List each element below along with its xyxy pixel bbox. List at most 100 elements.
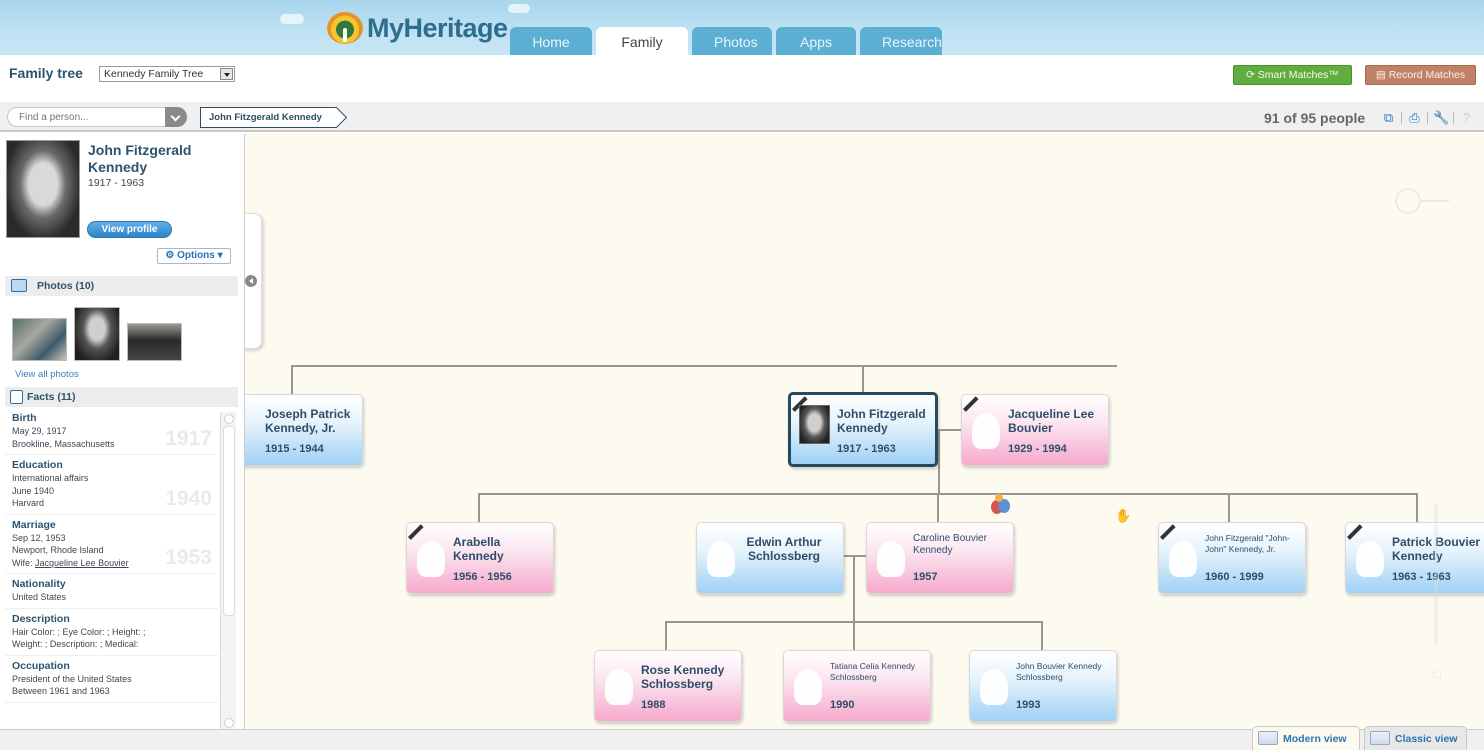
zoom-slider[interactable] [1434,504,1438,644]
person-name: John Fitzgerald Kennedy [837,407,926,435]
person-card-rose[interactable]: Rose Kennedy Schlossberg 1988 [594,650,742,722]
facts-header-label: Facts (11) [27,391,76,403]
fact-item: Occupation President of the United State… [5,656,218,703]
person-card-john-schlossberg[interactable]: John Bouvier Kennedy Schlossberg 1993 [969,650,1117,722]
fact-item: Education International affairs June 194… [5,455,218,515]
fact-year: 1940 [165,486,212,510]
scrollbar-thumb[interactable] [223,426,235,616]
tab-research[interactable]: Research [860,27,942,56]
person-card-john-john[interactable]: John Fitzgerald "John-John" Kennedy, Jr.… [1158,522,1306,594]
wrench-icon[interactable]: 🔧 [1433,110,1449,125]
subheader: Family tree Kennedy Family Tree ⟳ Smart … [0,55,1484,102]
photo-thumbnail[interactable] [12,318,67,361]
connector-line [1041,621,1043,651]
fact-title: Nationality [12,578,66,590]
person-name: Caroline Bouvier Kennedy [913,533,987,556]
female-silhouette-icon [417,541,445,577]
record-matches-label: Record Matches [1388,69,1466,81]
options-button[interactable]: ⚙ Options ▾ [157,248,231,264]
person-card-jfk[interactable]: John Fitzgerald Kennedy 1917 - 1963 [788,392,938,467]
person-card-tatiana[interactable]: Tatiana Celia Kennedy Schlossberg 1990 [783,650,931,722]
person-card-jackie[interactable]: Jacqueline Lee Bouvier 1929 - 1994 [961,394,1109,466]
wife-prefix: Wife: [12,557,36,568]
person-name: Jacqueline Lee Bouvier [1008,407,1095,435]
person-name: Tatiana Celia Kennedy Schlossberg [830,661,916,682]
modern-view-icon [1258,731,1278,745]
modern-view-label: Modern view [1283,733,1347,745]
person-card-arabella[interactable]: Arabella Kennedy 1956 - 1956 [406,522,554,594]
tab-apps[interactable]: Apps [776,27,856,56]
separator [1401,111,1402,124]
female-silhouette-icon [605,669,633,705]
find-dropdown-button[interactable] [165,107,187,127]
facts-icon [10,390,23,404]
person-name: Edwin Arthur Schlossberg [746,535,822,563]
tree-select[interactable]: Kennedy Family Tree [99,66,235,82]
female-silhouette-icon [794,669,822,705]
photos-header-label: Photos (10) [37,280,95,292]
modern-view-tab[interactable]: Modern view [1252,726,1360,750]
classic-view-label: Classic view [1395,733,1458,745]
person-dates: 1915 - 1944 [265,443,324,455]
fullscreen-icon[interactable]: ⧉ [1381,110,1396,125]
person-card-caroline[interactable]: Caroline Bouvier Kennedy 1957 [866,522,1014,594]
tree-logo-icon [327,12,363,44]
hand-cursor-icon: ✋ [1115,508,1132,523]
find-person-input[interactable] [7,107,187,127]
mourning-ribbon-icon [1160,524,1176,540]
scroll-up-arrow-icon[interactable] [224,414,234,424]
person-card-patrick[interactable]: Patrick Bouvier Kennedy 1963 - 1963 [1345,522,1484,594]
pan-home-control[interactable]: ⌂ [1417,662,1457,706]
photo-thumbnail[interactable] [127,323,182,361]
person-photo [799,405,830,444]
person-dates: 1929 - 1994 [1008,443,1067,455]
connector-line [1228,493,1230,523]
fact-line: United States [12,592,67,602]
birthday-balloons-icon [991,494,1011,526]
fact-item: Nationality United States [5,574,218,609]
tree-canvas[interactable]: Joseph Patrick Kennedy, Jr. 1915 - 1944 … [245,134,1484,729]
view-profile-button[interactable]: View profile [87,221,172,238]
connector-line [862,365,864,393]
person-dates: 1957 [913,571,938,583]
record-matches-button[interactable]: ▤ Record Matches [1365,65,1476,85]
myheritage-logo[interactable]: MyHeritage [327,12,508,44]
mourning-ribbon-icon [963,396,979,412]
smart-matches-button[interactable]: ⟳ Smart Matches™ [1233,65,1352,85]
site-header: MyHeritage Home Family tree Photos Apps … [0,0,1484,81]
tab-photos[interactable]: Photos [692,27,772,56]
fact-year: 1953 [165,546,212,569]
connector-line [291,365,1117,367]
zoom-dial-control[interactable] [1395,184,1455,220]
chevron-down-icon: ▾ [214,250,223,261]
page-title: Family tree [9,65,83,81]
facts-scrollbar[interactable] [220,412,236,729]
tab-home[interactable]: Home [510,27,592,56]
gear-icon: ⚙ [165,250,178,261]
connector-line [938,429,940,493]
chevron-down-icon[interactable] [220,68,233,80]
tab-family-tree[interactable]: Family tree [596,27,688,81]
view-all-photos-link[interactable]: View all photos [15,369,79,380]
profile-dates: 1917 - 1963 [88,177,145,189]
fact-title: Marriage [12,518,56,531]
collapse-panel-button[interactable] [245,275,257,287]
tree-select-value: Kennedy Family Tree [104,68,204,80]
photo-thumbnail[interactable] [74,307,120,361]
profile-photo[interactable] [6,140,80,238]
spouse-link[interactable]: Jacqueline Lee Bouvier [35,558,129,568]
mourning-ribbon-icon [408,524,424,540]
male-silhouette-icon [707,541,735,577]
fact-line: Hair Color: ; Eye Color: ; Height: ; [12,626,146,637]
scroll-down-arrow-icon[interactable] [224,718,234,728]
person-card-edwin[interactable]: Edwin Arthur Schlossberg [696,522,844,594]
help-icon[interactable]: ? [1459,110,1474,125]
profile-name: John Fitzgerald Kennedy [88,142,192,175]
fact-line: Weight: ; Description: ; Medical: [12,639,139,649]
classic-view-tab[interactable]: Classic view [1364,726,1467,750]
photos-icon [11,279,27,292]
person-card-joseph[interactable]: Joseph Patrick Kennedy, Jr. 1915 - 1944 [245,394,363,466]
breadcrumb[interactable]: John Fitzgerald Kennedy [200,107,336,128]
print-icon[interactable]: ⎙ [1407,110,1422,125]
person-dates: 1956 - 1956 [453,571,512,583]
